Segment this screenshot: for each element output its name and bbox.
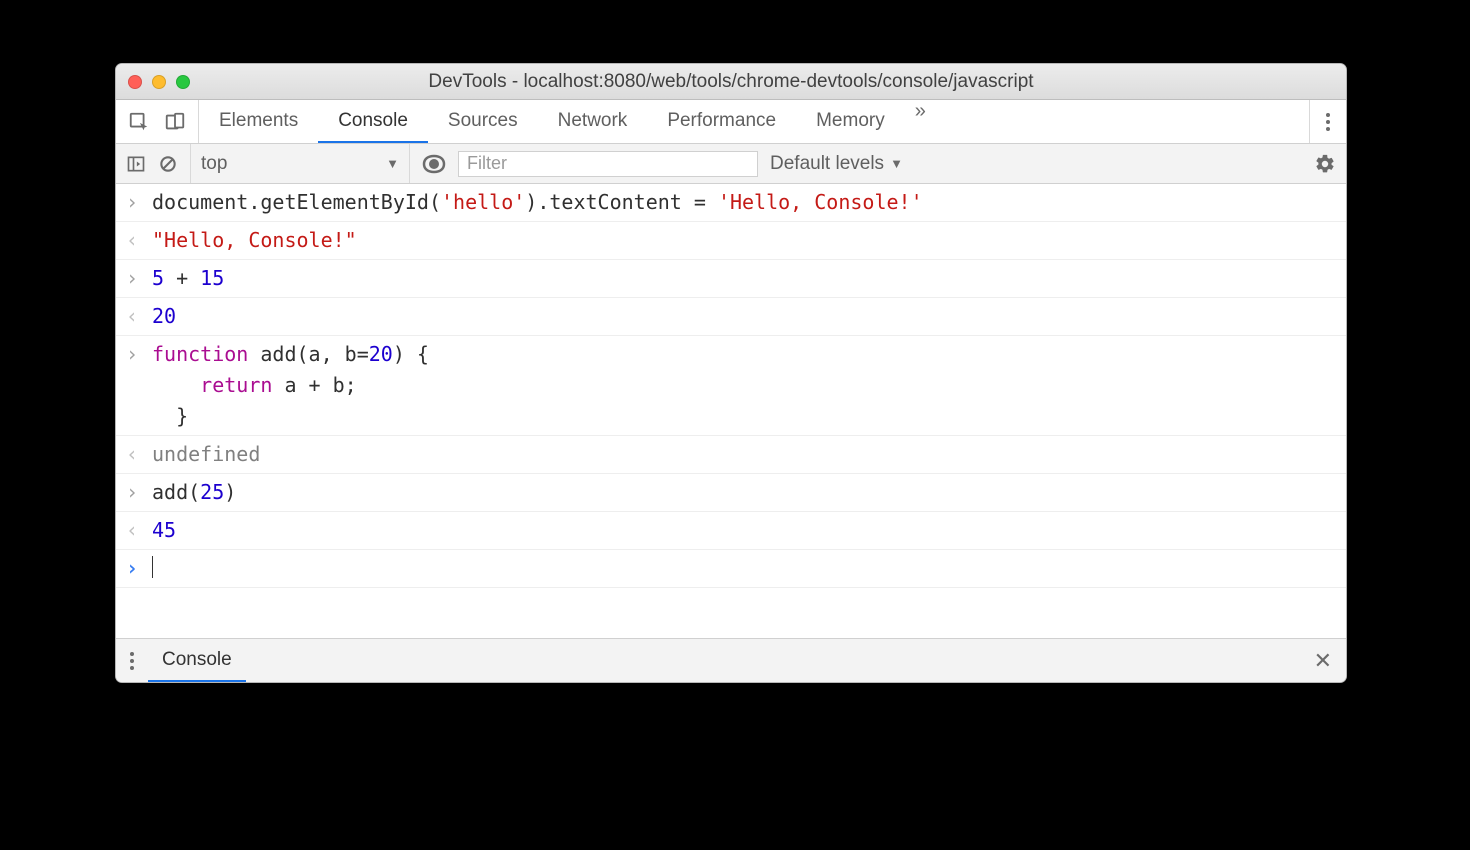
panel-tab-performance[interactable]: Performance [647, 100, 796, 143]
panel-tab-label: Sources [448, 110, 518, 132]
console-output[interactable]: document.getElementById('hello').textCon… [116, 184, 1346, 638]
kebab-menu-icon[interactable] [1326, 113, 1330, 131]
console-row-content: undefined [152, 439, 1336, 470]
panel-tab-label: Network [558, 110, 628, 132]
console-settings-icon[interactable] [1314, 153, 1336, 175]
window-title: DevTools - localhost:8080/web/tools/chro… [116, 71, 1346, 93]
window-titlebar: DevTools - localhost:8080/web/tools/chro… [116, 64, 1346, 100]
console-toolbar: top ▼ Default levels ▼ [116, 144, 1346, 184]
panel-tab-network[interactable]: Network [538, 100, 648, 143]
dropdown-triangle-icon: ▼ [386, 156, 399, 171]
panel-tab-label: Memory [816, 110, 885, 132]
inspect-element-icon[interactable] [128, 111, 150, 133]
panel-tab-label: Performance [667, 110, 776, 132]
panel-tab-elements[interactable]: Elements [199, 100, 318, 143]
console-row-content: add(25) [152, 477, 1336, 508]
console-input-row: add(25) [116, 474, 1346, 512]
input-marker-icon [126, 477, 152, 508]
console-row-content: function add(a, b=20) { return a + b; } [152, 339, 1336, 432]
console-output-row: undefined [116, 436, 1346, 474]
drawer-close-icon[interactable]: ✕ [1314, 648, 1332, 674]
console-input-row: document.getElementById('hello').textCon… [116, 184, 1346, 222]
text-cursor [152, 556, 153, 578]
log-levels-select[interactable]: Default levels ▼ [770, 153, 903, 175]
output-marker-icon [126, 515, 152, 546]
console-row-content: document.getElementById('hello').textCon… [152, 187, 1336, 218]
console-row-content: 20 [152, 301, 1336, 332]
traffic-lights [128, 75, 190, 89]
input-marker-icon [126, 339, 152, 370]
input-marker-icon [126, 263, 152, 294]
console-output-row: 45 [116, 512, 1346, 550]
log-levels-label: Default levels [770, 153, 884, 175]
output-marker-icon [126, 301, 152, 332]
execution-context-value: top [201, 153, 227, 175]
console-row-content: 45 [152, 515, 1336, 546]
output-marker-icon [126, 439, 152, 470]
window-fullscreen-button[interactable] [176, 75, 190, 89]
console-row-content: 5 + 15 [152, 263, 1336, 294]
drawer-menu-icon[interactable] [130, 652, 134, 670]
filter-input[interactable] [458, 151, 758, 177]
console-prompt-row[interactable] [116, 550, 1346, 588]
panel-tab-memory[interactable]: Memory [796, 100, 905, 143]
devtools-window: DevTools - localhost:8080/web/tools/chro… [115, 63, 1347, 683]
panel-tab-label: Elements [219, 110, 298, 132]
console-output-row: "Hello, Console!" [116, 222, 1346, 260]
console-sidebar-toggle-icon[interactable] [126, 154, 146, 174]
live-expression-icon[interactable] [422, 152, 446, 176]
window-minimize-button[interactable] [152, 75, 166, 89]
panel-tabbar: Elements Console Sources Network Performance… [116, 100, 1346, 144]
console-input-row: function add(a, b=20) { return a + b; } [116, 336, 1346, 436]
panel-tab-label: Console [338, 110, 408, 132]
console-output-row: 20 [116, 298, 1346, 336]
inspect-toggle-group [116, 100, 199, 143]
dropdown-triangle-icon: ▼ [890, 156, 903, 171]
panel-overflow-button[interactable]: » [905, 100, 933, 143]
console-row-content: "Hello, Console!" [152, 225, 1336, 256]
execution-context-select[interactable]: top ▼ [190, 144, 410, 183]
panel-tab-sources[interactable]: Sources [428, 100, 538, 143]
console-input-row: 5 + 15 [116, 260, 1346, 298]
window-close-button[interactable] [128, 75, 142, 89]
clear-console-icon[interactable] [158, 154, 178, 174]
console-prompt-input[interactable] [152, 553, 1336, 584]
input-marker-icon [126, 187, 152, 218]
output-marker-icon [126, 225, 152, 256]
drawer-tab-console[interactable]: Console [148, 639, 246, 682]
drawer: Console ✕ [116, 638, 1346, 682]
panel-tabs: Elements Console Sources Network Performance… [199, 100, 905, 143]
drawer-tab-label: Console [162, 649, 232, 671]
toggle-device-icon[interactable] [164, 111, 186, 133]
panel-tab-console[interactable]: Console [318, 100, 428, 143]
prompt-marker-icon [126, 553, 152, 584]
